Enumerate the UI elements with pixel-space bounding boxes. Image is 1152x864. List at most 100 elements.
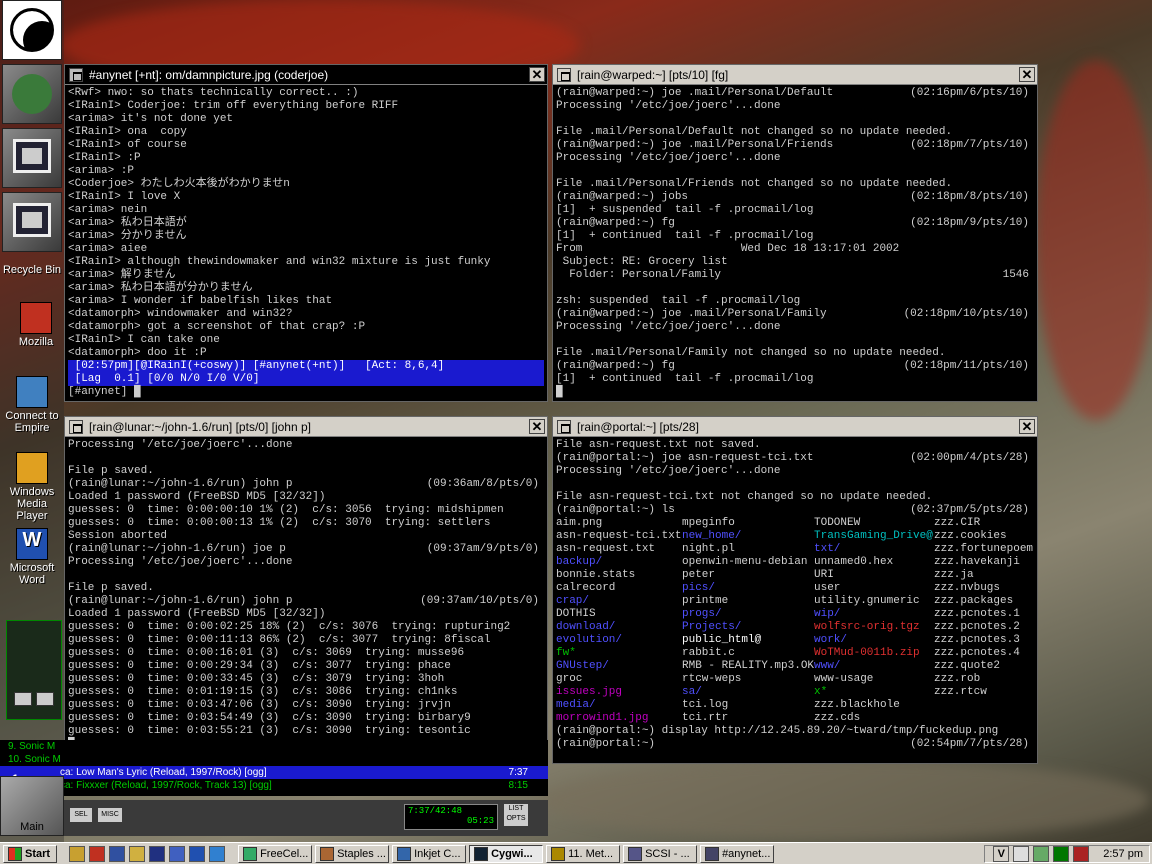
quicklaunch-icon[interactable] <box>209 845 226 862</box>
ls-row: GNUstep/RMB - REALITY.mp3.OK www/zzz.quot… <box>556 660 1034 673</box>
network-tray-icon[interactable] <box>1033 846 1050 862</box>
quicklaunch-icon[interactable] <box>69 845 86 862</box>
playlist[interactable]: 9. Sonic M 10. Sonic M ca: Low Man's Lyr… <box>0 740 548 796</box>
quicklaunch-icon[interactable] <box>89 845 106 862</box>
quicklaunch-icon[interactable] <box>109 845 126 862</box>
ls-entry: night.pl <box>682 543 735 555</box>
taskbar-button[interactable]: Cygwi... <box>469 844 544 863</box>
playlist-row[interactable]: 10. Sonic M <box>0 753 548 766</box>
taskbar-button[interactable]: Inkjet C... <box>392 844 467 863</box>
misc-button[interactable]: MISC <box>98 808 122 822</box>
irc-titlebar[interactable]: #anynet [+nt]: om/damnpicture.jpg (coder… <box>65 65 547 85</box>
window-menu-icon[interactable] <box>69 67 83 82</box>
close-icon[interactable]: ✕ <box>1019 67 1035 82</box>
task-label: Inkjet C... <box>414 847 461 860</box>
prompt-timestamp: (02:18pm/9/pts/10) <box>910 217 1029 229</box>
player-prev-button[interactable] <box>14 692 32 706</box>
windows-media-player-icon[interactable]: Windows Media Player <box>0 452 64 522</box>
ls-entry: WoTMud-0011b.zip <box>814 647 920 659</box>
ls-entry: TransGaming_Drive@ <box>814 530 933 542</box>
ls-row: asn-request.txt night.pl txt/zzz.fortunepo… <box>556 543 1034 556</box>
task-label: #anynet... <box>722 847 771 860</box>
ls-entry: zzz.quote2 <box>934 660 1001 672</box>
ls-entry: peter <box>682 569 716 581</box>
dock-tile-pen[interactable] <box>2 64 62 124</box>
ls-entry: openwin-menu-debian <box>682 556 808 568</box>
list-opts-button[interactable]: LIST OPTS <box>504 804 528 826</box>
dock-tile-monitor-1[interactable] <box>2 128 62 188</box>
ls-entry: zzz.pcnotes.1 <box>934 608 1020 620</box>
irc-message: <Coderjoe> わたしわ火本後がわかりませn <box>68 178 290 190</box>
ls-row: aim.png mpeginfo TODONEW zzz.CIR <box>556 517 1034 530</box>
close-icon[interactable]: ✕ <box>529 419 545 434</box>
playlist-row-selected[interactable]: ca: Low Man's Lyric (Reload, 1997/Rock) … <box>0 766 548 779</box>
taskbar-button[interactable]: Staples ... <box>315 844 390 863</box>
ls-entry: zzz.cookies <box>934 530 1007 542</box>
clock[interactable]: 2:57 pm <box>1103 848 1143 860</box>
player-main-tile[interactable]: Main <box>0 776 64 836</box>
dock-tile-monitor-2[interactable] <box>2 192 62 252</box>
taskbar-button[interactable]: #anynet... <box>700 844 775 863</box>
sel-button[interactable]: SEL <box>70 808 92 822</box>
taskbar-button[interactable]: 11. Met... <box>546 844 621 863</box>
irc-message: <IRainI> :P <box>68 152 141 164</box>
portal-terminal-window[interactable]: [rain@portal:~] [pts/28] ✕ File asn-requ… <box>552 416 1038 764</box>
terminal-line: Processing '/etc/joe/joerc'...done <box>556 465 781 477</box>
tray-v-icon[interactable]: V <box>993 846 1010 862</box>
quicklaunch-icon[interactable] <box>149 845 166 862</box>
playlist-row[interactable]: 9. Sonic M <box>0 740 548 753</box>
close-icon[interactable]: ✕ <box>529 67 545 82</box>
terminal-line: (rain@portal:~) joe asn-request-tci.txt(… <box>556 452 1029 464</box>
media-player-logo-icon <box>16 452 48 484</box>
irc-message: <arima> 私わ日本語が <box>68 217 187 229</box>
mozilla-logo-icon <box>20 302 52 334</box>
task-icon <box>320 846 335 861</box>
main-label: Main <box>20 821 44 833</box>
background-foliage <box>1036 60 1152 420</box>
quicklaunch-icon[interactable] <box>189 845 206 862</box>
ls-entry: wip/ <box>814 608 841 620</box>
recycle-bin-icon[interactable]: Recycle Bin <box>0 264 64 276</box>
ls-row: backup/openwin-menu-debian unnamed0.hex zz… <box>556 556 1034 569</box>
ls-row: calrecord pics/user zzz.nvbugs <box>556 582 1034 595</box>
microsoft-word-icon[interactable]: W Microsoft Word <box>0 528 64 586</box>
irc-window[interactable]: #anynet [+nt]: om/damnpicture.jpg (coder… <box>64 64 548 402</box>
window-menu-icon[interactable] <box>557 67 571 82</box>
player-control-bar: SEL MISC 7:37/42:48 05:23 LIST OPTS <box>64 800 548 836</box>
volume-icon[interactable] <box>1013 846 1030 862</box>
playlist-row[interactable]: ca: Fixxxer (Reload, 1997/Rock, Track 13… <box>0 779 548 792</box>
ls-entry: morrowind1.jpg <box>556 712 649 724</box>
system-tray: V 2:57 pm <box>984 845 1150 863</box>
connect-to-empire-icon[interactable]: Connect to Empire <box>0 376 64 434</box>
window-menu-icon[interactable] <box>69 419 83 434</box>
taskbar-button[interactable]: SCSI - ... <box>623 844 698 863</box>
tray-icon[interactable] <box>1053 846 1070 862</box>
start-button[interactable]: Start <box>3 844 58 863</box>
portal-output: File asn-request.txt not saved. (rain@por… <box>553 437 1037 763</box>
portal-titlebar[interactable]: [rain@portal:~] [pts/28] ✕ <box>553 417 1037 437</box>
ls-entry: new_home/ <box>682 530 742 542</box>
ls-row: DOTHIS progs/wip/zzz.pcnotes.1 <box>556 608 1034 621</box>
lunar-titlebar[interactable]: [rain@lunar:~/john-1.6/run] [pts/0] [joh… <box>65 417 547 437</box>
mozilla-icon[interactable]: Mozilla <box>4 302 68 348</box>
irc-message: <Rwf> nwo: so thats technically correct.… <box>68 87 359 99</box>
prompt-timestamp: (02:18pm/10/pts/10) <box>903 308 1029 320</box>
warped-terminal-window[interactable]: [rain@warped:~] [pts/10] [fg] ✕ (rain@wa… <box>552 64 1038 402</box>
prompt-timestamp: (02:18pm/11/pts/10) <box>903 360 1029 372</box>
time-display: 7:37/42:48 05:23 <box>404 804 498 830</box>
media-player: 9. Sonic M 10. Sonic M ca: Low Man's Lyr… <box>0 600 548 842</box>
terminal-line: Processing '/etc/joe/joerc'...done <box>556 100 781 112</box>
tray-icon[interactable] <box>1073 846 1090 862</box>
taskbar-button[interactable]: FreeCel... <box>238 844 313 863</box>
window-menu-icon[interactable] <box>557 419 571 434</box>
irc-input[interactable]: [#anynet] █ <box>68 386 544 399</box>
dock-logo-tile[interactable] <box>2 0 62 60</box>
terminal-line: (rain@lunar:~/john-1.6/run) joe p (09:37a… <box>68 543 539 555</box>
player-next-button[interactable] <box>36 692 54 706</box>
quicklaunch-icon[interactable] <box>169 845 186 862</box>
ls-entry: zzz.blackhole <box>814 699 900 711</box>
close-icon[interactable]: ✕ <box>1019 419 1035 434</box>
warped-titlebar[interactable]: [rain@warped:~] [pts/10] [fg] ✕ <box>553 65 1037 85</box>
quicklaunch-icon[interactable] <box>129 845 146 862</box>
